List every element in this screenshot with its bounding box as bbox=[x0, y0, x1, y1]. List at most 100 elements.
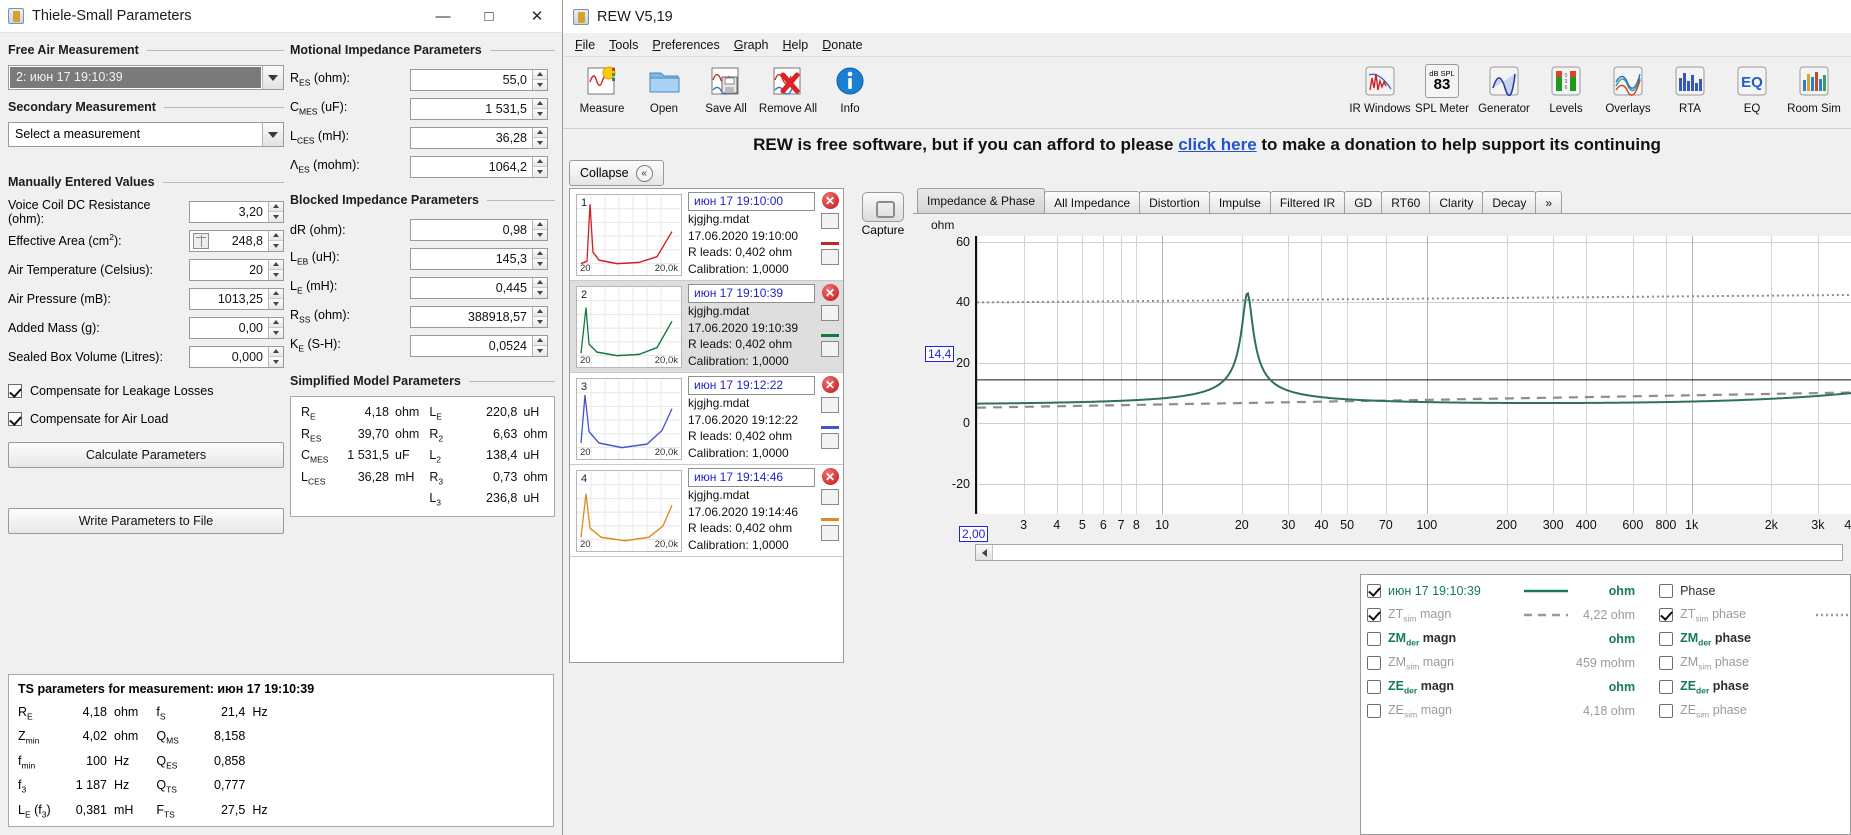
blocked-field-4-stepper[interactable] bbox=[532, 335, 547, 356]
stepper-down-icon[interactable] bbox=[533, 317, 547, 327]
cursor-x-readout[interactable]: 2,00 bbox=[959, 526, 989, 542]
tab-distortion[interactable]: Distortion bbox=[1139, 191, 1210, 213]
toolbar-room-sim-button[interactable]: Room Sim bbox=[1783, 61, 1845, 115]
measurement-info-icon[interactable] bbox=[821, 249, 839, 265]
stepper-up-icon[interactable] bbox=[269, 230, 283, 241]
legend-checkbox-icon[interactable] bbox=[1659, 608, 1674, 622]
tab-rt60[interactable]: RT60 bbox=[1381, 191, 1431, 213]
checkbox-icon[interactable] bbox=[8, 412, 22, 426]
capture-button[interactable]: Capture bbox=[855, 192, 911, 237]
menu-help[interactable]: Help bbox=[783, 38, 809, 52]
stepper-down-icon[interactable] bbox=[533, 80, 547, 90]
legend-checkbox-icon[interactable] bbox=[1659, 632, 1674, 646]
stepper-down-icon[interactable] bbox=[269, 212, 283, 222]
manual-field-4-stepper[interactable] bbox=[268, 317, 283, 338]
measurement-info-icon[interactable] bbox=[821, 433, 839, 449]
stepper-up-icon[interactable] bbox=[533, 219, 547, 230]
measurement-info-icon[interactable] bbox=[821, 341, 839, 357]
stepper-down-icon[interactable] bbox=[533, 109, 547, 119]
stepper-down-icon[interactable] bbox=[269, 299, 283, 309]
stepper-down-icon[interactable] bbox=[533, 138, 547, 148]
legend-checkbox-icon[interactable] bbox=[1659, 704, 1674, 718]
legend-row[interactable]: ZMder phase bbox=[1659, 627, 1851, 651]
manual-field-2-stepper[interactable] bbox=[268, 259, 283, 280]
write-parameters-to-file-button[interactable]: Write Parameters to File bbox=[8, 508, 284, 534]
motional-field-2-stepper[interactable] bbox=[532, 127, 547, 148]
donate-link[interactable]: click here bbox=[1178, 135, 1256, 155]
legend-row[interactable]: ZTsim phase6,3 bbox=[1659, 603, 1851, 627]
measurement-card[interactable]: 2 20 20,0k июн 17 19:10:39 kjgjhg.mdat 17.06.… bbox=[570, 281, 843, 373]
manual-field-5[interactable]: 0,000 bbox=[189, 345, 284, 368]
tab-clarity[interactable]: Clarity bbox=[1429, 191, 1484, 213]
trace-color-icon[interactable] bbox=[821, 509, 839, 521]
motional-field-0-stepper[interactable] bbox=[532, 69, 547, 90]
legend-row[interactable]: ZEder magn ohm bbox=[1367, 675, 1647, 699]
minimize-button[interactable]: — bbox=[420, 0, 466, 32]
legend-checkbox-icon[interactable] bbox=[1367, 656, 1381, 670]
legend-checkbox-icon[interactable] bbox=[1659, 680, 1674, 694]
stepper-up-icon[interactable] bbox=[269, 288, 283, 299]
trace-color-icon[interactable] bbox=[821, 417, 839, 429]
legend-row[interactable]: июн 17 19:10:39 ohm bbox=[1367, 579, 1647, 603]
chevron-down-icon[interactable] bbox=[262, 66, 283, 89]
legend-row[interactable]: Phase bbox=[1659, 579, 1851, 603]
toolbar-info-button[interactable]: Info bbox=[819, 61, 881, 115]
edit-notes-icon[interactable] bbox=[821, 397, 839, 413]
legend-checkbox-icon[interactable] bbox=[1367, 704, 1381, 718]
menu-donate[interactable]: Donate bbox=[822, 38, 862, 52]
legend-checkbox-icon[interactable] bbox=[1659, 584, 1674, 598]
manual-field-3[interactable]: 1013,25 bbox=[189, 287, 284, 310]
toolbar-open-button[interactable]: Open bbox=[633, 61, 695, 115]
scroll-left-arrow-icon[interactable] bbox=[976, 545, 993, 560]
stepper-down-icon[interactable] bbox=[269, 270, 283, 280]
legend-checkbox-icon[interactable] bbox=[1367, 584, 1381, 598]
legend-row[interactable]: ZMder magn ohm bbox=[1367, 627, 1647, 651]
stepper-up-icon[interactable] bbox=[533, 306, 547, 317]
stepper-down-icon[interactable] bbox=[533, 259, 547, 269]
menu-tools[interactable]: Tools bbox=[609, 38, 638, 52]
stepper-up-icon[interactable] bbox=[269, 317, 283, 328]
stepper-down-icon[interactable] bbox=[533, 230, 547, 240]
measurement-info-icon[interactable] bbox=[821, 525, 839, 541]
blocked-field-1[interactable]: 145,3 bbox=[410, 247, 548, 270]
blocked-field-1-stepper[interactable] bbox=[532, 248, 547, 269]
blocked-field-4[interactable]: 0,0524 bbox=[410, 334, 548, 357]
manual-field-3-stepper[interactable] bbox=[268, 288, 283, 309]
manual-field-0[interactable]: 3,20 bbox=[189, 200, 284, 223]
measurement-card[interactable]: 1 20 20,0k июн 17 19:10:00 kjgjhg.mdat 17.06.… bbox=[570, 189, 843, 281]
manual-field-5-stepper[interactable] bbox=[268, 346, 283, 367]
tab--[interactable]: » bbox=[1535, 191, 1563, 213]
toolbar-measure-button[interactable]: Measure bbox=[571, 61, 633, 115]
stepper-up-icon[interactable] bbox=[533, 127, 547, 138]
legend-checkbox-icon[interactable] bbox=[1367, 608, 1381, 622]
manual-checkbox-row[interactable]: Compensate for Air Load bbox=[8, 405, 284, 433]
blocked-field-3[interactable]: 388918,57 bbox=[410, 305, 548, 328]
close-icon[interactable]: ✕ bbox=[821, 468, 839, 485]
toolbar-remove-all-button[interactable]: Remove All bbox=[757, 61, 819, 115]
motional-field-2[interactable]: 36,28 bbox=[410, 126, 548, 149]
motional-field-3-stepper[interactable] bbox=[532, 156, 547, 177]
stepper-down-icon[interactable] bbox=[269, 241, 283, 251]
chevron-down-icon[interactable] bbox=[262, 123, 283, 146]
toolbar-overlays-button[interactable]: Overlays bbox=[1597, 61, 1659, 115]
measurement-name-field[interactable]: июн 17 19:12:22 bbox=[688, 376, 815, 395]
stepper-down-icon[interactable] bbox=[533, 346, 547, 356]
legend-row[interactable]: ZEsim magn 4,18 ohm bbox=[1367, 699, 1647, 723]
menu-file[interactable]: File bbox=[575, 38, 595, 52]
edit-notes-icon[interactable] bbox=[821, 213, 839, 229]
cursor-y-readout[interactable]: 14,4 bbox=[925, 346, 955, 362]
tab-decay[interactable]: Decay bbox=[1482, 191, 1537, 213]
blocked-field-2-stepper[interactable] bbox=[532, 277, 547, 298]
tab-filtered-ir[interactable]: Filtered IR bbox=[1269, 191, 1346, 213]
close-button[interactable]: ✕ bbox=[512, 0, 562, 32]
legend-checkbox-icon[interactable] bbox=[1367, 632, 1381, 646]
stepper-up-icon[interactable] bbox=[269, 346, 283, 357]
manual-field-2[interactable]: 20 bbox=[189, 258, 284, 281]
free-air-measurement-combo[interactable]: 2: июн 17 19:10:39 bbox=[8, 65, 284, 90]
toolbar-spl-meter-button[interactable]: dB SPL 83 SPL Meter bbox=[1411, 61, 1473, 115]
stepper-up-icon[interactable] bbox=[533, 98, 547, 109]
motional-field-1[interactable]: 1 531,5 bbox=[410, 97, 548, 120]
menu-preferences[interactable]: Preferences bbox=[652, 38, 719, 52]
trace-color-icon[interactable] bbox=[821, 233, 839, 245]
stepper-up-icon[interactable] bbox=[269, 201, 283, 212]
